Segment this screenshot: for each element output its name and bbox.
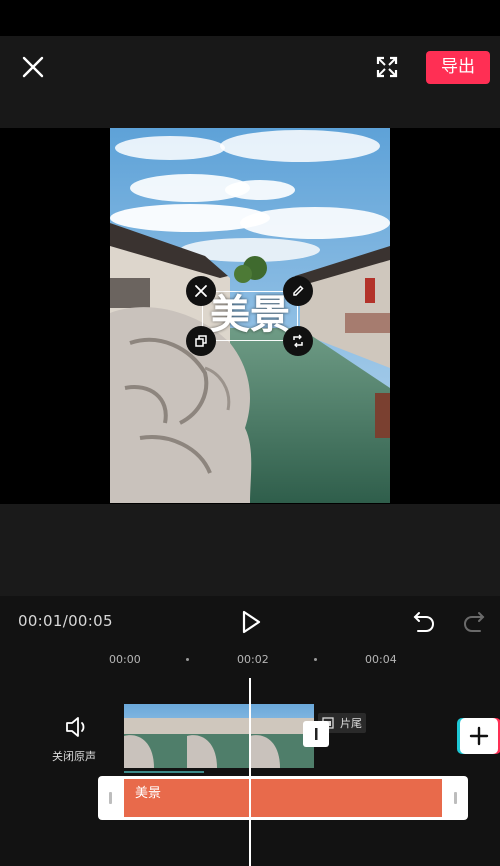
speaker-icon xyxy=(66,717,85,737)
export-button[interactable]: 导出 xyxy=(426,51,490,84)
edit-text-handle[interactable] xyxy=(283,276,313,306)
ruler-label-0: 00:00 xyxy=(109,653,141,666)
ruler-tick xyxy=(314,658,317,661)
edit-icon xyxy=(293,285,304,296)
video-clip-track[interactable] xyxy=(124,704,314,768)
copy-text-handle[interactable] xyxy=(186,326,216,356)
rotate-icon xyxy=(293,334,303,348)
text-clip-left-handle[interactable] xyxy=(109,792,112,804)
undo-button[interactable] xyxy=(410,608,438,636)
text-clip-label: 美景 xyxy=(135,786,162,801)
video-thumbnails xyxy=(124,704,314,768)
text-clip[interactable] xyxy=(124,779,442,817)
top-bar xyxy=(0,36,500,128)
close-icon xyxy=(22,56,44,78)
add-clip-button[interactable] xyxy=(460,718,498,754)
undo-icon xyxy=(413,612,435,632)
time-display: 00:01/00:05 xyxy=(18,612,113,630)
text-clip-right-handle[interactable] xyxy=(454,792,457,804)
preview-bottom-area xyxy=(0,504,500,596)
clip-progress-line xyxy=(124,771,204,773)
ruler-label-2: 00:04 xyxy=(365,653,397,666)
ruler-tick xyxy=(186,658,189,661)
play-button[interactable] xyxy=(238,608,264,636)
redo-button[interactable] xyxy=(460,608,488,636)
delete-icon xyxy=(195,285,207,297)
copy-icon xyxy=(195,335,207,347)
mute-audio-button[interactable] xyxy=(63,714,91,740)
fullscreen-button[interactable] xyxy=(372,52,402,82)
plus-icon xyxy=(469,726,489,746)
transition-icon xyxy=(315,728,318,740)
redo-icon xyxy=(463,612,485,632)
fullscreen-icon xyxy=(376,56,398,78)
transition-button[interactable] xyxy=(303,721,329,747)
rotate-text-handle[interactable] xyxy=(283,326,313,356)
close-button[interactable] xyxy=(18,52,48,82)
status-bar xyxy=(0,0,500,36)
tail-label: 片尾 xyxy=(340,717,362,730)
playhead[interactable] xyxy=(249,678,251,866)
ruler-label-1: 00:02 xyxy=(237,653,269,666)
delete-text-handle[interactable] xyxy=(186,276,216,306)
play-icon xyxy=(242,610,261,634)
mute-audio-label: 关闭原声 xyxy=(52,750,96,763)
